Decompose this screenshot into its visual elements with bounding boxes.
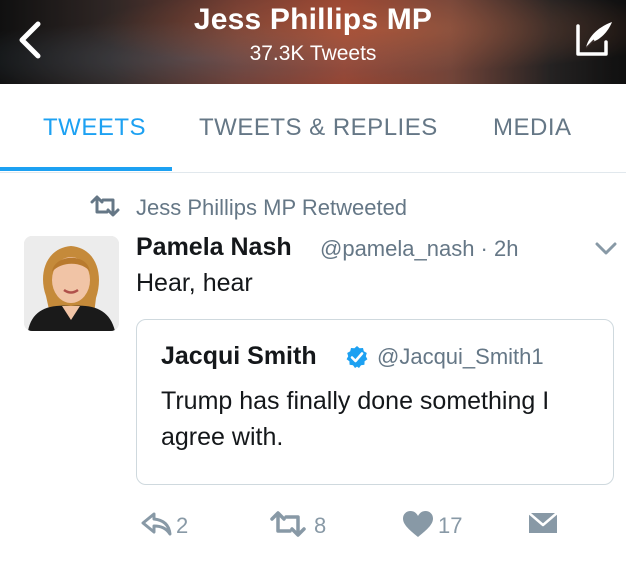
active-tab-indicator bbox=[0, 167, 172, 171]
quoted-tweet-text: Trump has finally done something I agree… bbox=[161, 387, 550, 451]
like-button[interactable]: 17 bbox=[402, 510, 472, 540]
tab-tweets[interactable]: TWEETS bbox=[43, 114, 146, 142]
retweet-icon bbox=[90, 195, 120, 217]
avatar-photo bbox=[24, 236, 119, 331]
profile-tabs: TWEETS TWEETS & REPLIES MEDIA bbox=[0, 84, 626, 173]
compose-tweet-icon[interactable] bbox=[572, 16, 616, 60]
author-handle-time[interactable]: @pamela_nash · 2h bbox=[320, 236, 518, 262]
retweet-count: 8 bbox=[314, 513, 327, 538]
profile-title: Jess Phillips MP bbox=[193, 3, 433, 36]
chevron-down-icon[interactable] bbox=[594, 241, 618, 257]
like-count: 17 bbox=[438, 513, 463, 538]
reply-count: 2 bbox=[176, 513, 189, 538]
direct-message-button[interactable] bbox=[528, 510, 562, 540]
quoted-author-name: Jacqui Smith bbox=[161, 342, 317, 370]
retweet-context: Jess Phillips MP Retweeted bbox=[136, 195, 408, 220]
author-name[interactable]: Pamela Nash bbox=[136, 233, 292, 262]
reply-button[interactable]: 2 bbox=[140, 510, 200, 540]
quoted-tweet[interactable]: Jacqui Smith @Jacqui_Smith1 Trump has fi… bbox=[136, 319, 614, 485]
profile-header: Jess Phillips MP 37.3K Tweets bbox=[0, 0, 626, 84]
tab-media[interactable]: MEDIA bbox=[493, 114, 572, 142]
envelope-icon bbox=[528, 512, 558, 533]
retweet-action-icon bbox=[270, 511, 306, 537]
heart-icon bbox=[403, 511, 433, 537]
tab-tweets-and-replies[interactable]: TWEETS & REPLIES bbox=[199, 114, 438, 142]
reply-icon bbox=[141, 512, 172, 536]
avatar[interactable] bbox=[24, 236, 119, 331]
tweet-count: 37.3K Tweets bbox=[249, 42, 377, 65]
tweet-text: Hear, hear bbox=[136, 269, 253, 297]
verified-badge-icon bbox=[346, 346, 368, 368]
retweet-button[interactable]: 8 bbox=[268, 510, 338, 540]
quoted-author-handle: @Jacqui_Smith1 bbox=[377, 344, 544, 369]
